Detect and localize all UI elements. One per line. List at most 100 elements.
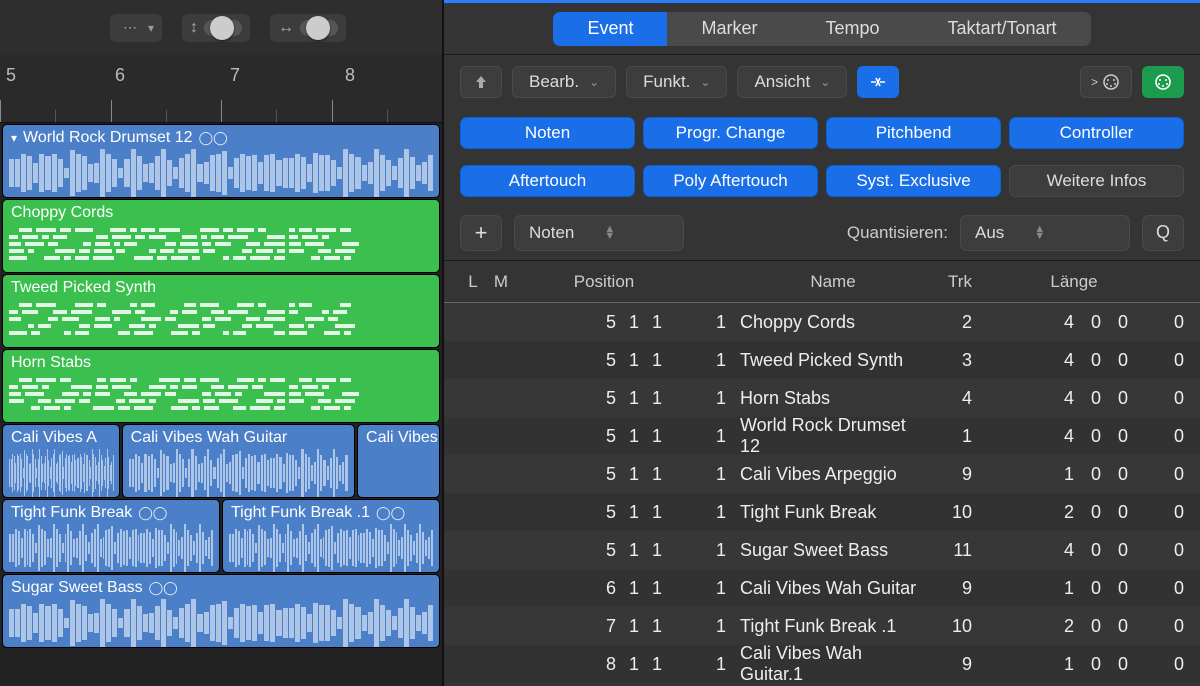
waveform (3, 149, 439, 197)
region-funk-1[interactable]: Tight Funk Break◯◯ (2, 499, 220, 573)
catch-playhead-button[interactable] (857, 66, 899, 98)
col-header-m[interactable]: M (486, 272, 516, 292)
midi-out-button[interactable]: > (1080, 66, 1132, 98)
cell-position: 5 1 1 (516, 312, 692, 333)
col-header-track[interactable]: Trk (926, 272, 994, 292)
add-event-button[interactable]: + (460, 215, 502, 251)
table-row[interactable]: 5 1 11Choppy Cords24 0 00 (444, 303, 1200, 341)
region-cali-b[interactable]: Cali Vibes (357, 424, 440, 498)
tool-selector[interactable]: ⋯ ▾ (110, 14, 162, 42)
horizontal-zoom[interactable]: ↔ (270, 14, 346, 42)
ruler-marker: 8 (345, 65, 355, 86)
cell-idx: 1 (692, 540, 740, 561)
table-row[interactable]: 5 1 11Sugar Sweet Bass114 0 00 (444, 531, 1200, 569)
region-cali-arpeggio[interactable]: Cali Vibes A (2, 424, 120, 498)
cell-length: 4 0 0 (994, 312, 1154, 333)
event-type-select[interactable]: Noten ▲▼ (514, 215, 684, 251)
waveform (3, 524, 219, 572)
tracks-container: ▾World Rock Drumset 12◯◯ Choppy Cords Tw… (0, 123, 442, 686)
filter-poly-aftertouch[interactable]: Poly Aftertouch (643, 165, 818, 197)
cell-track: 10 (926, 616, 994, 637)
ruler-ticks (0, 100, 442, 122)
tab-marker[interactable]: Marker (667, 12, 791, 46)
region-horns[interactable]: Horn Stabs (2, 349, 440, 423)
filter-syst--exclusive[interactable]: Syst. Exclusive (826, 165, 1001, 197)
region-bass[interactable]: Sugar Sweet Bass◯◯ (2, 574, 440, 648)
col-header-length[interactable]: Länge (994, 272, 1154, 292)
filter-aftertouch[interactable]: Aftertouch (460, 165, 635, 197)
cell-track: 9 (926, 654, 994, 675)
edit-menu[interactable]: Bearb.⌄ (512, 66, 616, 98)
cell-position: 5 1 1 (516, 350, 692, 371)
chevron-down-icon: ⌄ (700, 75, 710, 89)
table-row[interactable]: 6 1 11Cali Vibes Wah Guitar91 0 00 (444, 569, 1200, 607)
cell-name: Tweed Picked Synth (740, 350, 926, 371)
cell-track: 3 (926, 350, 994, 371)
midi-notes (3, 224, 439, 272)
loop-icon: ◯◯ (376, 505, 405, 521)
vertical-zoom[interactable]: ↕ (182, 14, 250, 42)
menu-label: Funkt. (643, 72, 690, 92)
loop-icon: ◯◯ (138, 505, 167, 521)
midi-in-button[interactable] (1142, 66, 1184, 98)
tab-event[interactable]: Event (553, 12, 667, 46)
cell-length: 4 0 0 (994, 540, 1154, 561)
cell-name: Tight Funk Break .1 (740, 616, 926, 637)
cell-last: 0 (1154, 540, 1184, 561)
table-row[interactable]: 5 1 11Cali Vibes Arpeggio91 0 00 (444, 455, 1200, 493)
cell-last: 0 (1154, 578, 1184, 599)
midi-notes (3, 374, 439, 422)
filter-noten[interactable]: Noten (460, 117, 635, 149)
chevron-down-icon: ⌄ (820, 75, 830, 89)
region-synth[interactable]: Tweed Picked Synth (2, 274, 440, 348)
cell-position: 5 1 1 (516, 540, 692, 561)
table-row[interactable]: 5 1 11Horn Stabs44 0 00 (444, 379, 1200, 417)
region-cali-wah[interactable]: Cali Vibes Wah Guitar (122, 424, 355, 498)
cell-track: 4 (926, 388, 994, 409)
horizontal-zoom-slider[interactable] (300, 20, 338, 36)
filter-controller[interactable]: Controller (1009, 117, 1184, 149)
ruler-marker: 6 (115, 65, 125, 86)
cell-name: World Rock Drumset 12 (740, 415, 926, 457)
hierarchy-up-button[interactable] (460, 66, 502, 98)
cell-idx: 1 (692, 388, 740, 409)
cell-position: 8 1 1 (516, 654, 692, 675)
region-drums[interactable]: ▾World Rock Drumset 12◯◯ (2, 124, 440, 198)
cell-idx: 1 (692, 654, 740, 675)
table-row[interactable]: 7 1 11Tight Funk Break .1102 0 00 (444, 607, 1200, 645)
region-label: Choppy Cords (11, 204, 113, 222)
waveform (358, 449, 439, 497)
col-header-position[interactable]: Position (516, 272, 692, 292)
cell-idx: 1 (692, 578, 740, 599)
view-menu[interactable]: Ansicht⌄ (737, 66, 847, 98)
cell-length: 1 0 0 (994, 578, 1154, 599)
table-row[interactable]: 5 1 11Tweed Picked Synth34 0 00 (444, 341, 1200, 379)
cell-position: 5 1 1 (516, 388, 692, 409)
tab-taktarttonart[interactable]: Taktart/Tonart (914, 12, 1091, 46)
vertical-zoom-slider[interactable] (204, 20, 242, 36)
functions-menu[interactable]: Funkt. ⌄ (626, 66, 727, 98)
filter-progr--change[interactable]: Progr. Change (643, 117, 818, 149)
table-row[interactable]: 5 1 11Tight Funk Break102 0 00 (444, 493, 1200, 531)
cell-position: 6 1 1 (516, 578, 692, 599)
event-filter-row-2: AftertouchPoly AftertouchSyst. Exclusive… (444, 157, 1200, 205)
quantize-select[interactable]: Aus ▲▼ (960, 215, 1130, 251)
cell-length: 4 0 0 (994, 426, 1154, 447)
table-row[interactable]: 5 1 11World Rock Drumset 1214 0 00 (444, 417, 1200, 455)
cell-name: Choppy Cords (740, 312, 926, 333)
tab-tempo[interactable]: Tempo (791, 12, 913, 46)
col-header-l[interactable]: L (460, 272, 486, 292)
cell-length: 1 0 0 (994, 464, 1154, 485)
loop-icon: ◯◯ (149, 580, 178, 596)
timeline-ruler[interactable]: 5 6 7 8 (0, 55, 442, 123)
cell-track: 10 (926, 502, 994, 523)
quantize-button[interactable]: Q (1142, 215, 1184, 251)
cell-last: 0 (1154, 426, 1184, 447)
col-header-name[interactable]: Name (740, 272, 926, 292)
cell-position: 5 1 1 (516, 502, 692, 523)
region-chords[interactable]: Choppy Cords (2, 199, 440, 273)
filter-weitere-infos[interactable]: Weitere Infos (1009, 165, 1184, 197)
table-row[interactable]: 8 1 11Cali Vibes Wah Guitar.191 0 00 (444, 645, 1200, 683)
filter-pitchbend[interactable]: Pitchbend (826, 117, 1001, 149)
region-funk-2[interactable]: Tight Funk Break .1◯◯ (222, 499, 440, 573)
